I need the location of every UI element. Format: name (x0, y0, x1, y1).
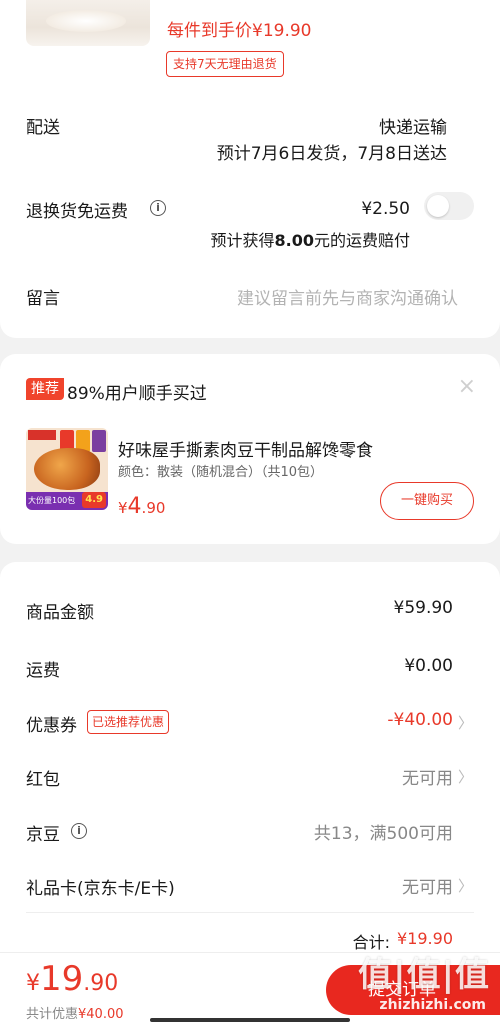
recommend-tag: 推荐 (26, 378, 64, 400)
note-label: 留言 (26, 289, 60, 309)
home-indicator[interactable] (150, 1018, 350, 1022)
return-shipping-toggle[interactable] (424, 192, 474, 220)
compensation-text: 预计获得8.00元的运费赔付 (210, 231, 410, 250)
delivery-method[interactable]: 快递运输 (379, 113, 447, 138)
brand-logo (28, 430, 56, 440)
toggle-knob (427, 195, 449, 217)
coupon-value[interactable]: -¥40.00 (387, 710, 453, 730)
goods-amount-label: 商品金额 (26, 603, 94, 623)
image-price-label: 4.9 (82, 492, 106, 508)
divider (26, 912, 474, 913)
pay-amount: ¥19.90 (26, 959, 119, 999)
coupon-selected-tag: 已选推荐优惠 (87, 710, 170, 734)
total-value: ¥19.90 (397, 929, 453, 948)
shipping-fee-label: 运费 (26, 661, 60, 681)
note-input[interactable]: 建议留言前先与商家沟通确认 (237, 284, 458, 309)
jingdou-label: 京豆 (26, 825, 60, 845)
watermark-url: zhizhizhi.com (379, 997, 486, 1013)
package-graphic (92, 430, 106, 452)
return-policy-badge: 支持7天无理由退货 (166, 51, 284, 77)
checkout-bar: ¥19.90 共计优惠¥40.00 提交订单 值|值|值 zhizhizhi.c… (0, 952, 500, 1025)
red-packet-value[interactable]: 无可用 (402, 764, 453, 789)
close-icon[interactable]: × (458, 374, 476, 399)
goods-amount-value: ¥59.90 (393, 598, 453, 618)
info-icon[interactable]: i (150, 200, 166, 216)
recommendation-card: 推荐 89%用户顺手买过 × 大份量100包 4.9 好味屋手撕素肉豆干制品解馋… (0, 354, 500, 544)
product-variant: 颜色：散装（随机混合）（共10包） (118, 465, 324, 480)
product-thumbnail (26, 0, 150, 46)
return-shipping-label: 退换货免运费 (26, 202, 128, 222)
watermark-logo: 值|值|值 (358, 955, 490, 995)
product-image[interactable]: 大份量100包 4.9 (26, 428, 108, 510)
chevron-right-icon[interactable]: 〉 (458, 712, 473, 733)
red-packet-label: 红包 (26, 770, 60, 790)
return-shipping-price: ¥2.50 (361, 199, 410, 219)
order-details-card: 每件到手价¥19.90 支持7天无理由退货 配送 快递运输 预计7月6日发货，7… (0, 0, 500, 338)
coupon-label: 优惠券 (26, 716, 77, 736)
gift-card-value[interactable]: 无可用 (402, 873, 453, 898)
info-icon[interactable]: i (71, 823, 87, 839)
chevron-right-icon[interactable]: 〉 (458, 766, 473, 787)
product-name[interactable]: 好味屋手撕素肉豆干制品解馋零食 (118, 436, 373, 461)
one-click-buy-button[interactable]: 一键购买 (380, 482, 474, 520)
gift-card-label: 礼品卡(京东卡/E卡) (26, 879, 175, 899)
jingdou-value: 共13，满500可用 (313, 824, 453, 844)
recommend-title: 89%用户顺手买过 (67, 384, 207, 404)
unit-price: 每件到手价¥19.90 (167, 21, 312, 41)
total-label: 合计: (352, 933, 390, 952)
chevron-right-icon[interactable]: 〉 (458, 875, 473, 896)
shipping-fee-value: ¥0.00 (404, 656, 453, 676)
delivery-eta: 预计7月6日发货，7月8日送达 (216, 144, 447, 164)
product-price: ¥4.90 (118, 494, 166, 519)
food-graphic (34, 448, 100, 490)
total-discount: 共计优惠¥40.00 (26, 1007, 124, 1022)
delivery-label: 配送 (26, 118, 60, 138)
